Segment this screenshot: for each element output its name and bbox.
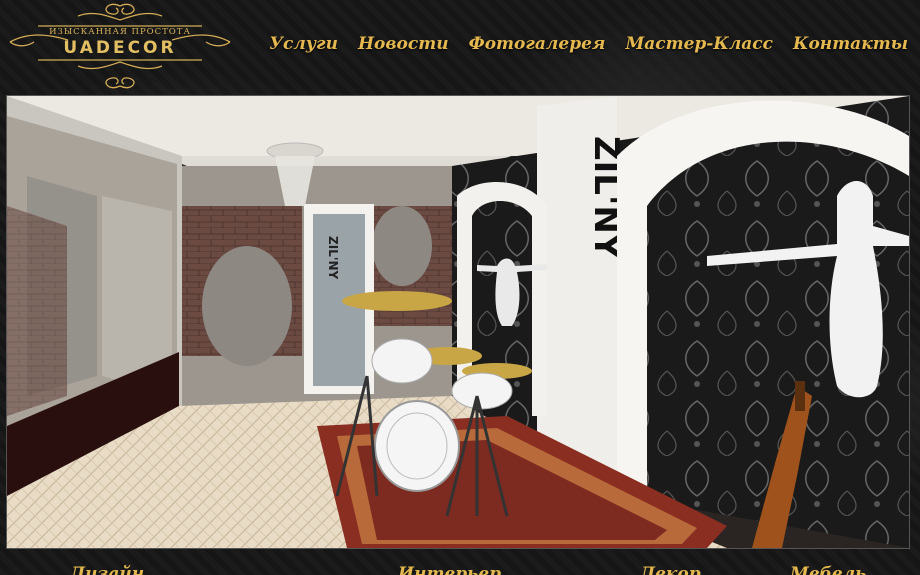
footer-link-interior[interactable]: Интерьер — [398, 564, 501, 575]
site-logo[interactable]: ИЗЫСКАННАЯ ПРОСТОТА UADECOR — [8, 2, 232, 90]
logo-name: UADECOR — [63, 38, 177, 58]
svg-text:ZIL'NY: ZIL'NY — [326, 236, 340, 280]
nav-item-services[interactable]: Услуги — [269, 34, 338, 54]
footer-link-furniture[interactable]: Мебель — [790, 564, 866, 575]
nav-item-gallery[interactable]: Фотогалерея — [469, 34, 606, 54]
nav-item-contacts[interactable]: Контакты — [793, 34, 908, 54]
nav-item-master-class[interactable]: Мастер-Класс — [625, 34, 773, 54]
interior-render-image: ZIL'NY ZIL'NY — [7, 96, 909, 548]
footer-link-design[interactable]: Дизайн — [70, 564, 144, 575]
logo-tagline: ИЗЫСКАННАЯ ПРОСТОТА — [49, 27, 191, 37]
main-nav: Услуги Новости Фотогалерея Мастер-Класс … — [269, 34, 908, 54]
site-header: ИЗЫСКАННАЯ ПРОСТОТА UADECOR Услуги Новос… — [0, 0, 920, 92]
footer-strip: Дизайн Интерьер Декор Мебель — [0, 550, 920, 575]
footer-link-decor[interactable]: Декор — [640, 564, 701, 575]
nav-item-news[interactable]: Новости — [358, 34, 449, 54]
hero-image[interactable]: ZIL'NY ZIL'NY — [6, 95, 910, 549]
